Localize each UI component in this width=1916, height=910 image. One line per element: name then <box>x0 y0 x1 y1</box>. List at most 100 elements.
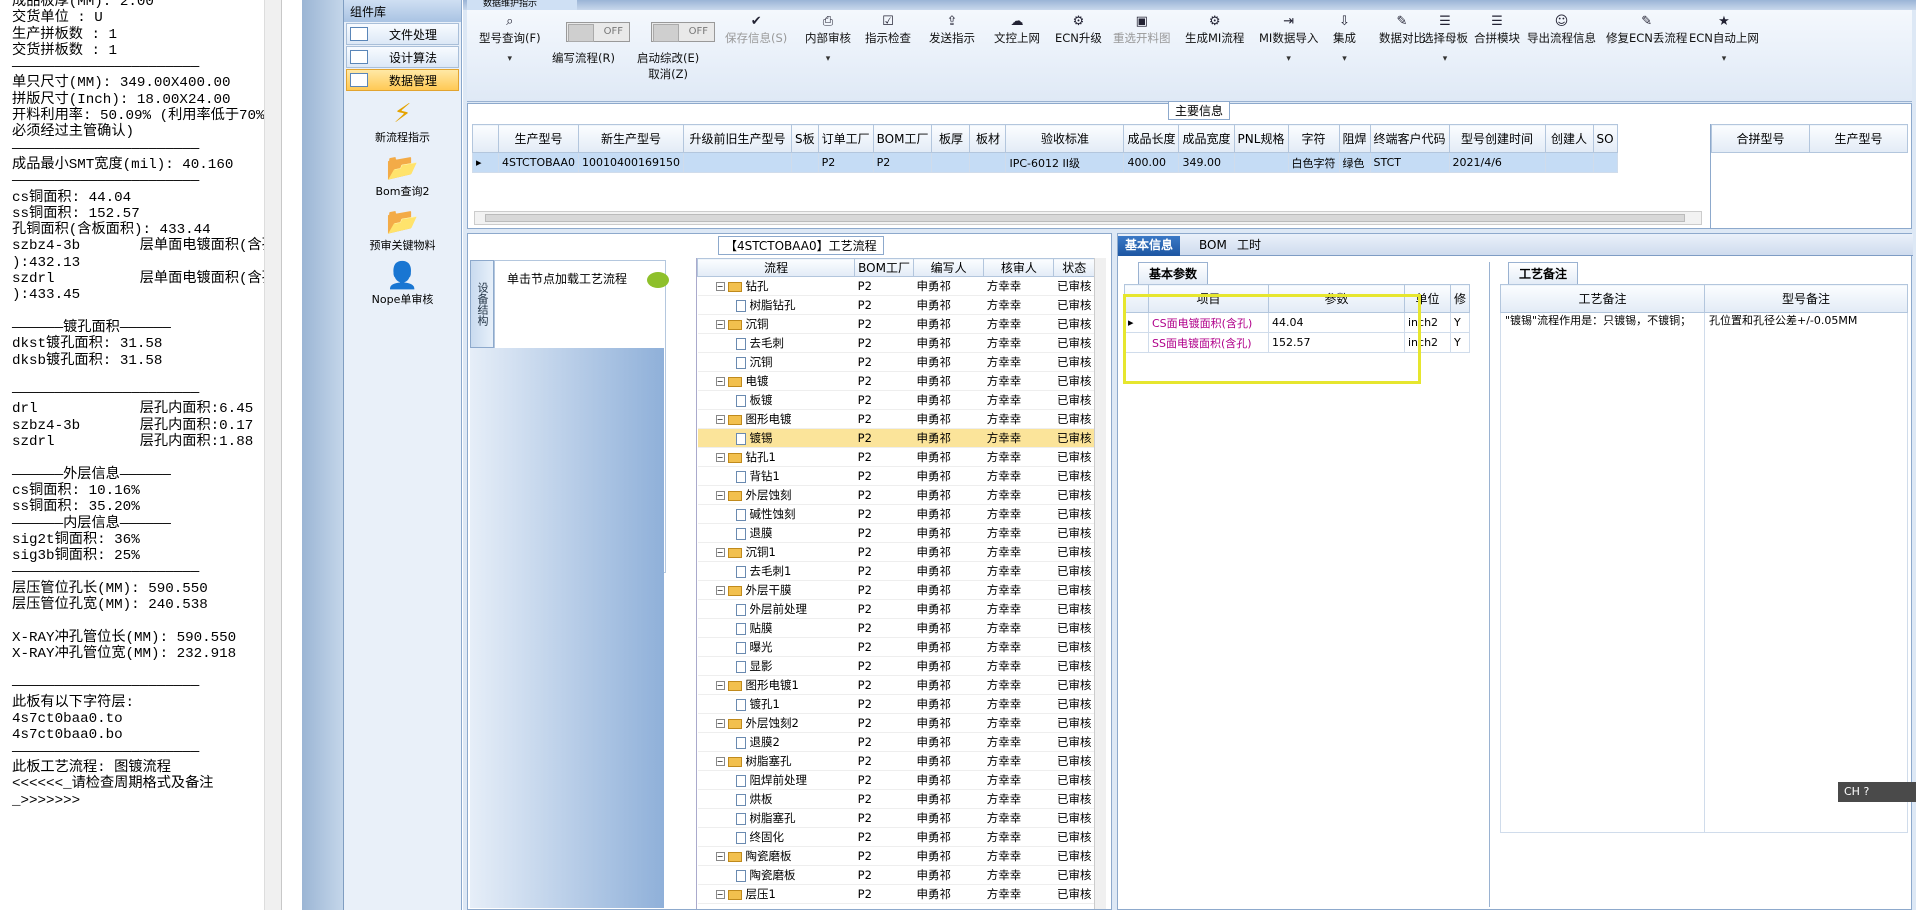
tree-cell[interactable]: P2 <box>854 466 914 486</box>
tree-cell[interactable]: 已审核 <box>1053 371 1095 391</box>
chevron-down-icon[interactable]: ▾ <box>1259 54 1318 64</box>
tree-row[interactable]: − 外层蚀刻2 P2 申勇祁 方幸幸 已审核 <box>697 713 1095 733</box>
toolbar-button[interactable]: ☰ 选择母板 ▾ <box>1422 14 1468 64</box>
tree-cell[interactable]: P2 <box>854 808 914 828</box>
table-cell[interactable] <box>1233 152 1289 173</box>
tree-node[interactable]: 镀锡 <box>697 428 855 448</box>
tree-cell[interactable]: 方幸幸 <box>983 884 1054 904</box>
tree-cell[interactable]: 方幸幸 <box>983 371 1054 391</box>
tree-cell[interactable]: 方幸幸 <box>983 580 1054 600</box>
tree-cell[interactable]: 已审核 <box>1053 466 1095 486</box>
column-header[interactable]: 升级前旧生产型号 <box>683 124 792 153</box>
column-header[interactable]: 合拼型号 <box>1711 124 1810 153</box>
column-header[interactable]: 工艺备注 <box>1500 284 1705 313</box>
tree-node[interactable]: 去毛刺 <box>697 333 855 353</box>
collapse-icon[interactable]: − <box>715 681 725 690</box>
tree-cell[interactable]: P2 <box>854 694 914 714</box>
tree-cell[interactable]: 申勇祁 <box>913 770 984 790</box>
collapse-icon[interactable]: − <box>715 320 725 329</box>
tree-node[interactable]: − 树脂塞孔 <box>697 751 855 771</box>
param-cell[interactable]: inch2 <box>1404 312 1451 333</box>
tree-node[interactable]: 退膜 <box>697 523 855 543</box>
tree-row[interactable]: 曝光 P2 申勇祁 方幸幸 已审核 <box>697 637 1095 657</box>
chevron-down-icon[interactable]: ▾ <box>1333 54 1356 64</box>
tree-cell[interactable]: 申勇祁 <box>913 580 984 600</box>
tree-node[interactable]: 外层前处理 <box>697 599 855 619</box>
tree-cell[interactable]: P2 <box>854 276 914 296</box>
tree-cell[interactable]: 申勇祁 <box>913 504 984 524</box>
tree-cell[interactable]: 方幸幸 <box>983 694 1054 714</box>
tree-cell[interactable]: 方幸幸 <box>983 352 1054 372</box>
notepad-scrollbar[interactable] <box>264 0 281 910</box>
tree-cell[interactable]: 方幸幸 <box>983 599 1054 619</box>
tree-cell[interactable]: 申勇祁 <box>913 751 984 771</box>
tree-cell[interactable]: 申勇祁 <box>913 865 984 885</box>
table-cell[interactable]: 绿色 <box>1338 152 1371 173</box>
toolbar-button[interactable]: 编写流程(R) <box>552 50 615 66</box>
column-header[interactable]: 终端客户代码 <box>1369 124 1450 153</box>
column-header[interactable]: 验收标准 <box>1005 124 1125 153</box>
tree-cell[interactable]: 申勇祁 <box>913 713 984 733</box>
tree-cell[interactable]: P2 <box>854 371 914 391</box>
table-cell[interactable] <box>683 152 792 173</box>
tree-cell[interactable]: 申勇祁 <box>913 637 984 657</box>
tree-cell[interactable]: 已审核 <box>1053 808 1095 828</box>
tree-cell[interactable]: 已审核 <box>1053 732 1095 752</box>
tree-cell[interactable]: 方幸幸 <box>983 409 1054 429</box>
toolbar-button[interactable]: ✔ 保存信息(S) <box>725 14 787 46</box>
tree-node[interactable]: 退膜2 <box>697 732 855 752</box>
tree-cell[interactable]: 方幸幸 <box>983 447 1054 467</box>
tree-row[interactable]: − 电镀 P2 申勇祁 方幸幸 已审核 <box>697 371 1095 391</box>
tree-cell[interactable]: 申勇祁 <box>913 884 984 904</box>
toolbar-button[interactable]: ☁ 文控上网 <box>994 14 1040 46</box>
collapse-icon[interactable]: − <box>715 453 725 462</box>
tree-cell[interactable]: P2 <box>854 618 914 638</box>
toolbar-button[interactable]: ✎ 修复ECN丢流程 <box>1606 14 1687 46</box>
tree-cell[interactable]: P2 <box>854 504 914 524</box>
tree-node[interactable]: 板镀 <box>697 390 855 410</box>
tree-cell[interactable]: 申勇祁 <box>913 428 984 448</box>
column-header[interactable]: 成品宽度 <box>1178 124 1235 153</box>
toolbar-button[interactable]: ☰ 合拼模块 <box>1474 14 1520 46</box>
tree-row[interactable]: − 陶瓷磨板 P2 申勇祁 方幸幸 已审核 <box>697 846 1095 866</box>
tree-cell[interactable]: P2 <box>854 485 914 505</box>
collapse-icon[interactable]: − <box>715 586 725 595</box>
tree-cell[interactable]: P2 <box>854 732 914 752</box>
param-row[interactable]: ▸ CS面电镀面积(含孔) 44.04 inch2 Y <box>1124 312 1471 333</box>
tree-row[interactable]: 沉铜 P2 申勇祁 方幸幸 已审核 <box>697 352 1095 372</box>
column-header[interactable]: 修 <box>1449 284 1471 313</box>
tree-cell[interactable]: P2 <box>854 675 914 695</box>
tree-cell[interactable]: 已审核 <box>1053 485 1095 505</box>
toolbar-button[interactable]: ⇥ MI数据导入 ▾ <box>1259 14 1318 64</box>
column-header[interactable]: 订单工厂 <box>817 124 874 153</box>
tree-cell[interactable]: 方幸幸 <box>983 333 1054 353</box>
collapse-icon[interactable]: − <box>715 377 725 386</box>
collapse-icon[interactable]: − <box>715 548 725 557</box>
tree-cell[interactable]: 方幸幸 <box>983 675 1054 695</box>
tree-cell[interactable]: 已审核 <box>1053 428 1095 448</box>
craft-remarks-title[interactable]: 工艺备注 <box>1508 262 1579 284</box>
tree-cell[interactable]: 方幸幸 <box>983 276 1054 296</box>
tree-cell[interactable]: 申勇祁 <box>913 675 984 695</box>
info-tab[interactable]: 基本信息 <box>1118 236 1181 256</box>
tree-node[interactable]: 树脂钻孔 <box>697 295 855 315</box>
tree-node[interactable]: 贴膜 <box>697 618 855 638</box>
tree-cell[interactable]: 申勇祁 <box>913 523 984 543</box>
tree-cell[interactable]: 申勇祁 <box>913 409 984 429</box>
nav-item[interactable]: 设计算法 <box>346 46 459 68</box>
param-cell[interactable]: CS面电镀面积(含孔) <box>1148 312 1269 333</box>
tree-cell[interactable]: 已审核 <box>1053 276 1095 296</box>
table-cell[interactable] <box>931 152 971 173</box>
tree-row[interactable]: 板镀 P2 申勇祁 方幸幸 已审核 <box>697 390 1095 410</box>
column-header[interactable]: 生产型号 <box>497 124 580 153</box>
column-header[interactable]: 项目 <box>1148 284 1269 313</box>
tree-row[interactable]: − 钻孔 P2 申勇祁 方幸幸 已审核 <box>697 276 1095 296</box>
tree-cell[interactable]: 已审核 <box>1053 523 1095 543</box>
tree-row[interactable]: 背钻1 P2 申勇祁 方幸幸 已审核 <box>697 466 1095 486</box>
tree-cell[interactable]: P2 <box>854 827 914 847</box>
tree-cell[interactable]: 已审核 <box>1053 352 1095 372</box>
tree-cell[interactable]: 申勇祁 <box>913 276 984 296</box>
tree-cell[interactable]: P2 <box>854 314 914 334</box>
tree-cell[interactable]: P2 <box>854 637 914 657</box>
chat-bubble-icon[interactable] <box>647 272 669 288</box>
